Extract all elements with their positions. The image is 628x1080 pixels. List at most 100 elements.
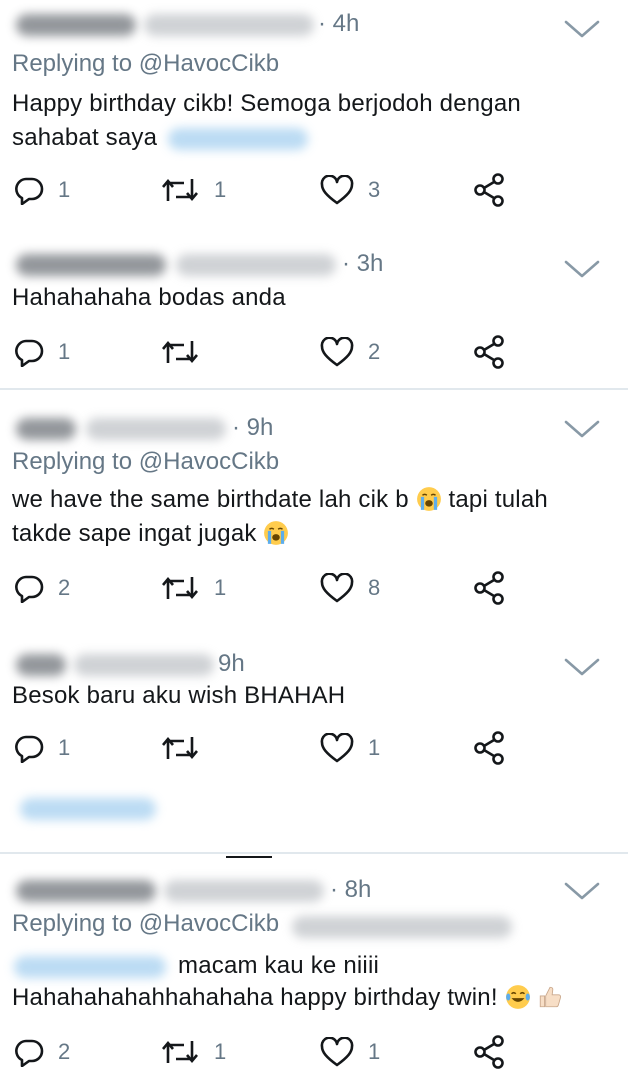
like-button[interactable]: 2 [320, 332, 380, 372]
like-count: 2 [368, 339, 381, 364]
retweet-icon [160, 1037, 200, 1067]
retweet-button[interactable]: 1 [160, 1032, 226, 1072]
chevron-down-icon[interactable] [562, 878, 602, 904]
tweet-time[interactable]: · 4h [318, 10, 359, 38]
reply-button[interactable]: 1 [14, 170, 70, 210]
reply-count: 2 [58, 1039, 71, 1064]
replying-handle-link[interactable]: @HavocCikb [139, 448, 279, 475]
retweet-button[interactable] [160, 728, 200, 768]
tweet-time[interactable]: · 3h [342, 250, 383, 278]
like-button[interactable]: 8 [320, 568, 380, 608]
heart-icon [320, 1037, 354, 1067]
like-button[interactable]: 3 [320, 170, 380, 210]
author-handle[interactable] [74, 654, 214, 676]
tweet-actions: 1 2 [0, 332, 628, 372]
mention-link[interactable] [168, 128, 308, 150]
reply-count: 1 [58, 735, 71, 760]
share-icon [473, 571, 507, 605]
like-button[interactable]: 1 [320, 1032, 380, 1072]
chevron-down-icon[interactable] [562, 654, 602, 680]
author-name[interactable] [16, 418, 76, 440]
replying-prefix: Replying to [12, 910, 133, 937]
tweet-text-line: Hahahahahahhahahaha happy birthday twin! [12, 984, 563, 1012]
tweet-header: · 9h [12, 410, 572, 450]
tweet-time[interactable]: 9h [218, 650, 245, 678]
reply-icon [14, 1037, 44, 1067]
reply-count: 1 [58, 339, 71, 364]
author-name[interactable] [16, 14, 136, 36]
scroll-indicator [226, 856, 272, 858]
author-handle[interactable] [164, 880, 324, 902]
tweet-actions: 2 1 1 [0, 1032, 628, 1072]
replying-handle-link[interactable]: @HavocCikb [139, 50, 279, 77]
tweet-text-line: Besok baru aku wish BHAHAH [12, 682, 346, 709]
share-icon [473, 173, 507, 207]
retweet-button[interactable] [160, 332, 200, 372]
reply-count: 2 [58, 575, 71, 600]
replying-handle-link[interactable] [292, 916, 512, 938]
reply-button[interactable]: 2 [14, 1032, 70, 1072]
reply-icon [14, 175, 44, 205]
reply-button[interactable]: 1 [14, 332, 70, 372]
chevron-down-icon[interactable] [562, 416, 602, 442]
chevron-down-icon[interactable] [562, 16, 602, 42]
tweet[interactable]: · 4h Replying to @HavocCikb Happy birthd… [0, 0, 628, 228]
tweet-text-line: we have the same birthdate lah cik b tap… [12, 486, 548, 514]
chevron-down-icon[interactable] [562, 256, 602, 282]
tweet-actions: 1 1 3 [0, 170, 628, 210]
tweet[interactable]: · 8h Replying to @HavocCikb macam kau ke… [0, 866, 628, 1080]
tweet[interactable]: · 3h Hahahahaha bodas anda 1 2 [0, 240, 628, 390]
share-icon [473, 731, 507, 765]
share-button[interactable] [473, 1032, 507, 1072]
like-count: 8 [368, 575, 381, 600]
tweet-header: · 8h [12, 872, 572, 912]
replying-to: Replying to @HavocCikb [12, 50, 279, 78]
tweet-text: we have the same birthdate lah cik b [12, 486, 409, 513]
tweet-time[interactable]: · 8h [330, 876, 371, 904]
tweet-text-line: takde sape ingat jugak [12, 520, 289, 548]
tweet-text-line: macam kau ke niiii [178, 952, 380, 979]
tweet-text-line: Hahahahaha bodas anda [12, 284, 286, 311]
retweet-count: 1 [214, 1039, 227, 1064]
heart-icon [320, 573, 354, 603]
retweet-icon [160, 733, 200, 763]
tweet-header: · 4h [12, 6, 572, 46]
share-button[interactable] [473, 728, 507, 768]
share-button[interactable] [473, 332, 507, 372]
tweet-text: takde sape ingat jugak [12, 520, 257, 547]
reply-button[interactable]: 2 [14, 568, 70, 608]
reply-icon [14, 573, 44, 603]
retweet-button[interactable]: 1 [160, 170, 226, 210]
author-name[interactable] [16, 254, 166, 276]
tweet-header: 9h [12, 646, 572, 686]
retweet-count: 1 [214, 575, 227, 600]
heart-icon [320, 175, 354, 205]
tweet-text: sahabat saya [12, 124, 158, 151]
heart-icon [320, 337, 354, 367]
tweet-header: · 3h [12, 246, 572, 286]
share-button[interactable] [473, 170, 507, 210]
reply-icon [14, 337, 44, 367]
show-thread-link[interactable] [20, 798, 156, 820]
author-handle[interactable] [176, 254, 336, 276]
tweet-actions: 1 1 [0, 728, 628, 768]
thumbs-up-emoji [537, 984, 563, 1010]
author-handle[interactable] [86, 418, 226, 440]
tweet-text: Hahahahahahhahahaha happy birthday twin! [12, 984, 498, 1011]
loudly-crying-face-emoji [416, 486, 442, 512]
tweet-text-line: Happy birthday cikb! Semoga berjodoh den… [12, 90, 521, 117]
tweet-time[interactable]: · 9h [232, 414, 273, 442]
like-button[interactable]: 1 [320, 728, 380, 768]
tweet-text-line: sahabat saya [12, 124, 157, 152]
tweet[interactable]: 9h Besok baru aku wish BHAHAH 1 1 [0, 640, 628, 840]
author-handle[interactable] [144, 14, 314, 36]
retweet-button[interactable]: 1 [160, 568, 226, 608]
tweet[interactable]: · 9h Replying to @HavocCikb we have the … [0, 400, 628, 630]
like-count: 1 [368, 735, 381, 760]
author-name[interactable] [16, 880, 156, 902]
reply-button[interactable]: 1 [14, 728, 70, 768]
mention-link[interactable] [14, 956, 166, 978]
author-name[interactable] [16, 654, 66, 676]
replying-handle-link[interactable]: @HavocCikb [139, 910, 279, 937]
share-button[interactable] [473, 568, 507, 608]
